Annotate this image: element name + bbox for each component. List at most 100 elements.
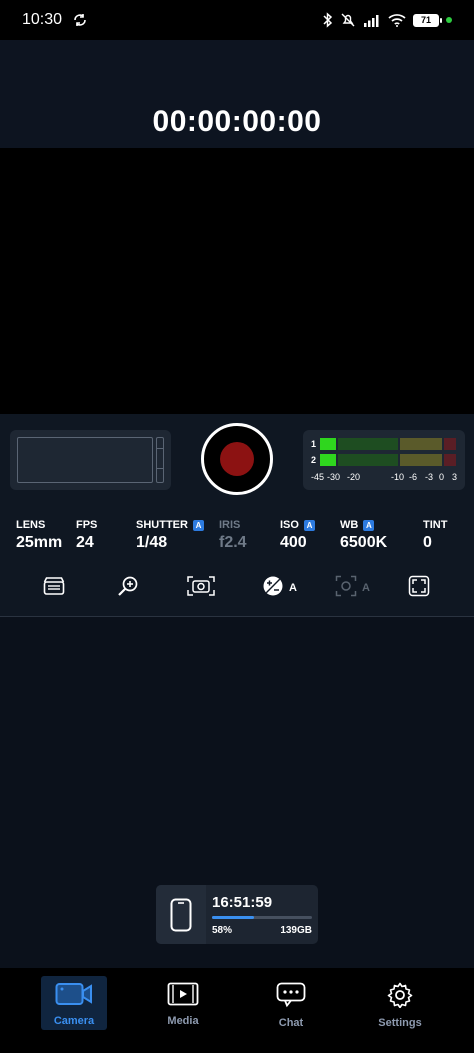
- audio-scale-label: 3: [452, 472, 458, 482]
- audio-scale-label: -20: [347, 472, 361, 482]
- audio-channel-label: 1: [311, 439, 317, 449]
- storage-card[interactable]: 16:51:59 58% 139GB: [156, 885, 318, 944]
- camera-icon: [55, 982, 93, 1011]
- camera-parameters: LENS 25mm FPS 24 SHUTTER A 1/48 IRIS f2.4 ISO A 400…: [0, 518, 474, 558]
- auto-badge: A: [303, 519, 315, 531]
- param-value: 25mm: [16, 534, 63, 551]
- param-lens[interactable]: LENS 25mm: [16, 518, 62, 552]
- exposure-button[interactable]: A: [262, 574, 297, 602]
- bluetooth-icon: [323, 12, 333, 28]
- wifi-icon: [388, 14, 406, 27]
- frame-guide-button[interactable]: [408, 574, 430, 602]
- storage-icon-wrap: [156, 885, 206, 944]
- param-iris[interactable]: IRIS f2.4: [219, 518, 247, 552]
- nav-item-camera[interactable]: Camera: [41, 976, 107, 1030]
- audio-scale-label: -3: [425, 472, 434, 482]
- viewfinder[interactable]: [0, 148, 474, 414]
- tool-bar: AA: [0, 574, 474, 602]
- mute-icon: [341, 13, 355, 27]
- media-icon: [167, 982, 199, 1011]
- storage-time-remaining: 16:51:59: [212, 894, 273, 911]
- zoom-in-button[interactable]: [117, 574, 139, 602]
- param-label-text: IRIS: [219, 519, 241, 531]
- param-label: SHUTTER A: [136, 518, 204, 532]
- audio-meter-segment: [320, 454, 336, 466]
- storage-size: 139GB: [280, 925, 312, 936]
- param-label: TINT: [423, 518, 447, 532]
- storage-bar: [212, 916, 312, 919]
- param-value: f2.4: [219, 534, 247, 551]
- audio-scale-label: 0: [439, 472, 445, 482]
- audio-scale-label: -10: [391, 472, 405, 482]
- zoom-in-icon: [117, 575, 139, 602]
- histogram-graph: [17, 437, 153, 483]
- signal-icon: [364, 15, 379, 27]
- nav-label: Settings: [378, 1017, 422, 1029]
- privacy-dot: [446, 17, 452, 23]
- param-label: LENS: [16, 518, 62, 532]
- nav-label: Chat: [278, 1017, 304, 1029]
- histogram[interactable]: [10, 430, 171, 490]
- audio-meter-channel-1: [320, 438, 456, 450]
- param-tint[interactable]: TINT 0: [423, 518, 447, 552]
- status-time: 10:30: [22, 11, 63, 28]
- audio-meter-segment: [338, 438, 398, 450]
- param-label-text: WB: [340, 519, 359, 531]
- audio-meter-segment: [400, 438, 442, 450]
- audio-scale-label: -45: [311, 472, 325, 482]
- audio-meter-segment: [400, 454, 442, 466]
- bottom-nav: Camera Media Chat Settings: [0, 968, 474, 1053]
- phone-icon: [170, 898, 192, 931]
- status-icons: 71: [323, 12, 452, 28]
- audio-scale-label: -30: [327, 472, 341, 482]
- clapperboard-button[interactable]: [43, 574, 65, 602]
- histogram-side-meter: [156, 437, 164, 483]
- audio-meters[interactable]: 1 2 -45 -30 -20 -10 -6 -3 0 3: [303, 430, 465, 490]
- audio-meter-segment: [338, 454, 398, 466]
- audio-meter-segment: [320, 438, 336, 450]
- auto-badge: A: [363, 519, 375, 531]
- param-label: IRIS: [219, 518, 247, 532]
- param-shutter[interactable]: SHUTTER A 1/48: [136, 518, 204, 552]
- audio-channel-label: 2: [311, 455, 317, 465]
- param-label-text: FPS: [76, 519, 98, 531]
- camera-controls: 1 2 -45 -30 -20 -10 -6 -3 0 3 LENS 25mm FPS 24 SHUT…: [0, 414, 474, 616]
- param-fps[interactable]: FPS 24: [76, 518, 97, 552]
- nav-label: Media: [167, 1015, 199, 1027]
- param-value: 1/48: [136, 534, 168, 551]
- tool-auto-label: A: [362, 582, 370, 594]
- storage-percent: 58%: [212, 925, 233, 936]
- param-label-text: LENS: [16, 519, 46, 531]
- audio-meter-segment: [444, 454, 456, 466]
- param-wb[interactable]: WB A 6500K: [340, 518, 387, 552]
- nav-item-settings[interactable]: Settings: [367, 976, 433, 1030]
- auto-badge: A: [192, 519, 204, 531]
- param-label: FPS: [76, 518, 97, 532]
- focus-camera-icon: [186, 575, 216, 602]
- exposure-icon: [262, 575, 284, 602]
- auto-focus-button[interactable]: A: [335, 574, 370, 602]
- param-value: 0: [423, 534, 432, 551]
- status-bar: 10:30 71: [0, 0, 474, 40]
- param-iso[interactable]: ISO A 400: [280, 518, 315, 552]
- param-label-text: TINT: [423, 519, 448, 531]
- record-dot: [220, 442, 254, 476]
- chat-icon: [276, 982, 306, 1013]
- storage-row: 58% 139GB: [212, 925, 312, 936]
- param-value: 24: [76, 534, 94, 551]
- clapperboard-icon: [43, 576, 65, 601]
- focus-camera-button[interactable]: [186, 574, 216, 602]
- storage-bar-fill: [212, 916, 254, 919]
- timecode: 00:00:00:00: [152, 105, 322, 138]
- frame-guide-icon: [408, 575, 430, 602]
- nav-item-chat[interactable]: Chat: [258, 976, 324, 1030]
- param-value: 6500K: [340, 534, 388, 551]
- battery-indicator: 71: [413, 13, 442, 27]
- nav-label: Camera: [53, 1015, 95, 1027]
- param-label: ISO A: [280, 518, 315, 532]
- audio-meter-segment: [444, 438, 456, 450]
- sync-icon: [74, 14, 86, 26]
- audio-scale-label: -6: [409, 472, 418, 482]
- nav-item-media[interactable]: Media: [150, 976, 216, 1030]
- record-button[interactable]: [201, 423, 273, 495]
